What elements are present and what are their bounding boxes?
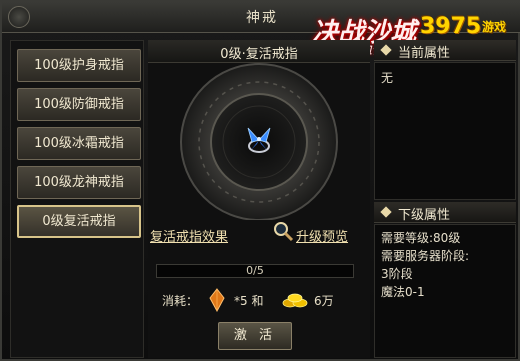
next-attr-line: 需要等级:80级 (381, 231, 461, 245)
current-attrs-body: 无 (374, 62, 516, 200)
inner-socket (210, 93, 308, 191)
ring-detail-panel: 0级·复活戒指 复活戒指效果 升级预览 0/5 消耗： *5 和 6万 激 活 (148, 40, 370, 358)
ring-list-item[interactable]: 100级防御戒指 (17, 88, 141, 121)
ring-list: 100级护身戒指 100级防御戒指 100级冰霜戒指 100级龙神戒指 0级复活… (10, 40, 144, 358)
ring-list-item[interactable]: 100级冰霜戒指 (17, 127, 141, 160)
next-attrs-body: 需要等级:80级 需要服务器阶段: 3阶段 魔法0-1 (374, 224, 516, 358)
cost-gold-amount: 6万 (314, 294, 334, 308)
progress-text: 0/5 (246, 264, 264, 277)
ring-list-item[interactable]: 100级护身戒指 (17, 49, 141, 82)
upgrade-preview-link[interactable]: 升级预览 (296, 226, 348, 245)
ring-list-item-label: 100级防御戒指 (34, 97, 124, 112)
current-attr-line: 无 (381, 71, 394, 85)
ring-list-item-label: 0级复活戒指 (42, 214, 116, 229)
ring-window: 神戒 决战沙城 热血传说 3975 游戏 100级护身戒指 100级防御戒指 1… (0, 0, 520, 361)
gold-ingot-icon (282, 293, 308, 308)
activate-button[interactable]: 激 活 (218, 322, 292, 350)
logo-brand-suffix: 游戏 (482, 20, 507, 34)
orange-crystal-icon (209, 288, 225, 312)
ring-list-item-label: 100级冰霜戒指 (34, 136, 124, 151)
ring-list-item-selected[interactable]: 0级复活戒指 (17, 205, 141, 238)
next-attr-line: 需要服务器阶段: (381, 249, 470, 263)
rune-circle (180, 63, 338, 220)
ring-list-item[interactable]: 100级龙神戒指 (17, 166, 141, 199)
cost-gem-amount: *5 和 (234, 294, 264, 308)
logo-brand: 3975 (420, 14, 482, 39)
current-attrs-title: 当前属性 (398, 46, 451, 61)
ring-effect-link[interactable]: 复活戒指效果 (150, 226, 228, 245)
progress-bar: 0/5 (156, 264, 354, 278)
ring-list-item-label: 100级龙神戒指 (34, 175, 124, 190)
next-attr-line: 3阶段 (381, 267, 413, 281)
attributes-panel: 当前属性 无 下级属性 需要等级:80级 需要服务器阶段: 3阶段 魔法0-1 (374, 40, 516, 358)
next-attrs-title: 下级属性 (398, 208, 451, 223)
next-attr-line: 魔法0-1 (381, 285, 425, 299)
diamond-bullet-icon (380, 44, 392, 56)
cost-row: 消耗： *5 和 6万 (162, 288, 362, 312)
current-attrs-header: 当前属性 (374, 40, 516, 61)
cost-label: 消耗： (162, 294, 199, 308)
next-attrs-header: 下级属性 (374, 202, 516, 223)
ring-list-item-label: 100级护身戒指 (34, 58, 124, 73)
magnifier-icon (274, 222, 294, 242)
diamond-bullet-icon (380, 206, 392, 218)
